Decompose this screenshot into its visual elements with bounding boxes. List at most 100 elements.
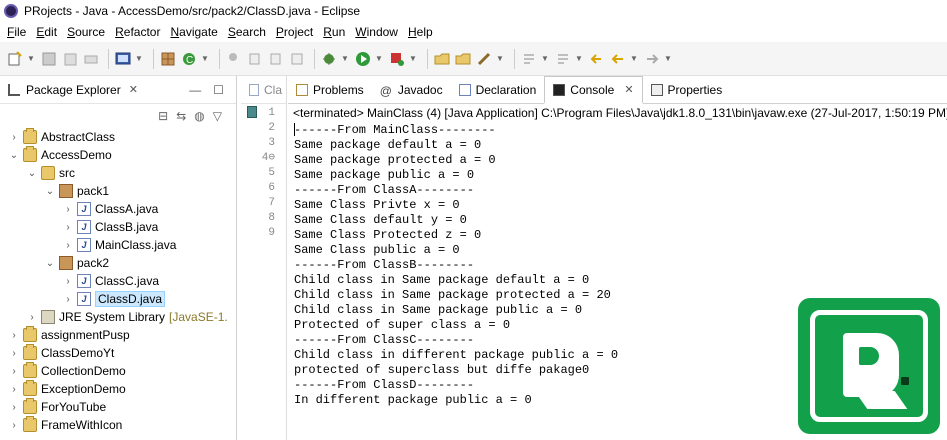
console-line: ------From ClassA-------- <box>294 183 947 198</box>
tree-item[interactable]: › ForYouTube <box>0 398 236 416</box>
tree-item[interactable]: ⌄ AccessDemo <box>0 146 236 164</box>
channel-logo <box>798 298 940 434</box>
tab-console[interactable]: Console ✕ <box>544 76 643 104</box>
chevron-right-icon[interactable]: › <box>8 330 20 341</box>
chevron-right-icon[interactable]: › <box>62 240 74 251</box>
menu-run[interactable]: Run <box>318 25 350 39</box>
tree-item[interactable]: › J ClassA.java <box>0 200 236 218</box>
collapse-all-icon[interactable]: ⊟ <box>158 109 168 123</box>
tree-item[interactable]: › JRE System Library [JavaSE-1. <box>0 308 236 326</box>
tree-item[interactable]: › assignmentPusp <box>0 326 236 344</box>
chevron-down-icon[interactable]: ▼ <box>341 50 349 68</box>
back-icon[interactable] <box>609 50 627 68</box>
chevron-right-icon[interactable]: › <box>62 222 74 233</box>
chevron-down-icon[interactable]: ⌄ <box>44 186 56 197</box>
menu-file[interactable]: File <box>2 25 31 39</box>
tree-item[interactable]: ⌄ src <box>0 164 236 182</box>
chevron-right-icon[interactable]: › <box>26 312 38 323</box>
tree-item[interactable]: ⌄ pack2 <box>0 254 236 272</box>
close-icon[interactable]: ✕ <box>624 83 633 96</box>
link-with-editor-icon[interactable]: ⇆ <box>176 109 186 123</box>
tree-item[interactable]: › AbstractClass <box>0 128 236 146</box>
chevron-down-icon[interactable]: ⌄ <box>26 168 38 179</box>
tree-item[interactable]: › J ClassB.java <box>0 218 236 236</box>
pin-icon[interactable] <box>225 50 243 68</box>
chevron-down-icon[interactable]: ▼ <box>575 50 583 68</box>
debug-icon[interactable] <box>320 50 338 68</box>
chevron-right-icon[interactable]: › <box>8 348 20 359</box>
editor-tab[interactable]: Cla <box>241 76 286 104</box>
tab-declaration[interactable]: Declaration <box>451 76 545 103</box>
menu-window[interactable]: Window <box>350 25 403 39</box>
chevron-down-icon[interactable]: ▼ <box>201 50 209 68</box>
chevron-down-icon[interactable]: ⌄ <box>8 150 20 161</box>
chevron-down-icon[interactable]: ▼ <box>409 50 417 68</box>
run-icon[interactable] <box>354 50 372 68</box>
new-icon[interactable] <box>6 50 24 68</box>
tree-item[interactable]: › FrameWithIcon <box>0 416 236 434</box>
chevron-right-icon[interactable]: › <box>8 402 20 413</box>
focus-icon[interactable]: ◍ <box>194 109 204 123</box>
terminal-icon[interactable] <box>114 50 132 68</box>
chevron-right-icon[interactable]: › <box>62 276 74 287</box>
last-edit-icon[interactable] <box>588 50 606 68</box>
tree-item[interactable]: › CollectionDemo <box>0 362 236 380</box>
tree-item[interactable]: ⌄ pack1 <box>0 182 236 200</box>
tree-item[interactable]: › J MainClass.java <box>0 236 236 254</box>
menu-search[interactable]: Search <box>223 25 271 39</box>
tab-properties[interactable]: Properties <box>643 76 731 103</box>
menu-navigate[interactable]: Navigate <box>165 25 222 39</box>
chevron-down-icon[interactable]: ▼ <box>541 50 549 68</box>
chevron-down-icon[interactable]: ▼ <box>664 50 672 68</box>
chevron-right-icon[interactable]: › <box>8 366 20 377</box>
tab-label: Javadoc <box>397 82 443 97</box>
chevron-down-icon[interactable]: ⌄ <box>44 258 56 269</box>
chevron-down-icon[interactable]: ▼ <box>135 50 143 68</box>
prev-annotation-icon[interactable] <box>554 50 572 68</box>
format-icon[interactable] <box>267 50 285 68</box>
console-line: Same Class Protected z = 0 <box>294 228 947 243</box>
project-folder-icon <box>23 362 37 378</box>
save-icon[interactable] <box>40 50 58 68</box>
chevron-right-icon[interactable]: › <box>8 420 20 431</box>
chevron-down-icon[interactable]: ▼ <box>630 50 638 68</box>
chevron-down-icon[interactable]: ▼ <box>375 50 383 68</box>
view-menu-icon[interactable]: ▽ <box>213 109 222 123</box>
chevron-down-icon[interactable]: ▼ <box>27 50 35 68</box>
paragraph-icon[interactable] <box>288 50 306 68</box>
tree-item[interactable]: › ExceptionDemo <box>0 380 236 398</box>
search-icon[interactable] <box>475 50 493 68</box>
tree-item[interactable]: › J ClassC.java <box>0 272 236 290</box>
package-icon[interactable] <box>159 50 177 68</box>
forward-icon[interactable] <box>643 50 661 68</box>
menu-edit[interactable]: Edit <box>31 25 62 39</box>
main-toolbar: ▼ ▼ C ▼ ▼ ▼ ▼ ▼ ▼ ▼ ▼ ▼ <box>0 42 947 76</box>
save-all-icon[interactable] <box>61 50 79 68</box>
logo-dot <box>901 377 909 385</box>
toolbar-separator <box>314 48 315 69</box>
chevron-right-icon[interactable]: › <box>8 384 20 395</box>
chevron-right-icon[interactable]: › <box>62 204 74 215</box>
tab-javadoc[interactable]: @ Javadoc <box>372 76 451 103</box>
print-icon[interactable] <box>82 50 100 68</box>
next-annotation-icon[interactable] <box>520 50 538 68</box>
tree-item[interactable]: › J ClassD.java <box>0 290 236 308</box>
open-folder-icon[interactable] <box>454 50 472 68</box>
menu-help[interactable]: Help <box>403 25 438 39</box>
mark-icon[interactable] <box>246 50 264 68</box>
menu-source[interactable]: Source <box>62 25 110 39</box>
refresh-icon[interactable]: C <box>180 50 198 68</box>
external-tools-icon[interactable] <box>388 50 406 68</box>
chevron-down-icon[interactable]: ▼ <box>496 50 504 68</box>
menu-project[interactable]: Project <box>271 25 318 39</box>
package-explorer-title[interactable]: Package Explorer <box>26 83 121 97</box>
close-icon[interactable]: ✕ <box>129 83 138 96</box>
chevron-right-icon[interactable]: › <box>8 132 20 143</box>
tab-problems[interactable]: Problems <box>288 76 372 103</box>
menu-refactor[interactable]: Refactor <box>110 25 165 39</box>
tree-item[interactable]: › ClassDemoYt <box>0 344 236 362</box>
chevron-right-icon[interactable]: › <box>62 294 74 305</box>
maximize-icon[interactable]: ☐ <box>213 83 224 97</box>
open-type-icon[interactable] <box>433 50 451 68</box>
minimize-icon[interactable]: — <box>189 83 201 97</box>
